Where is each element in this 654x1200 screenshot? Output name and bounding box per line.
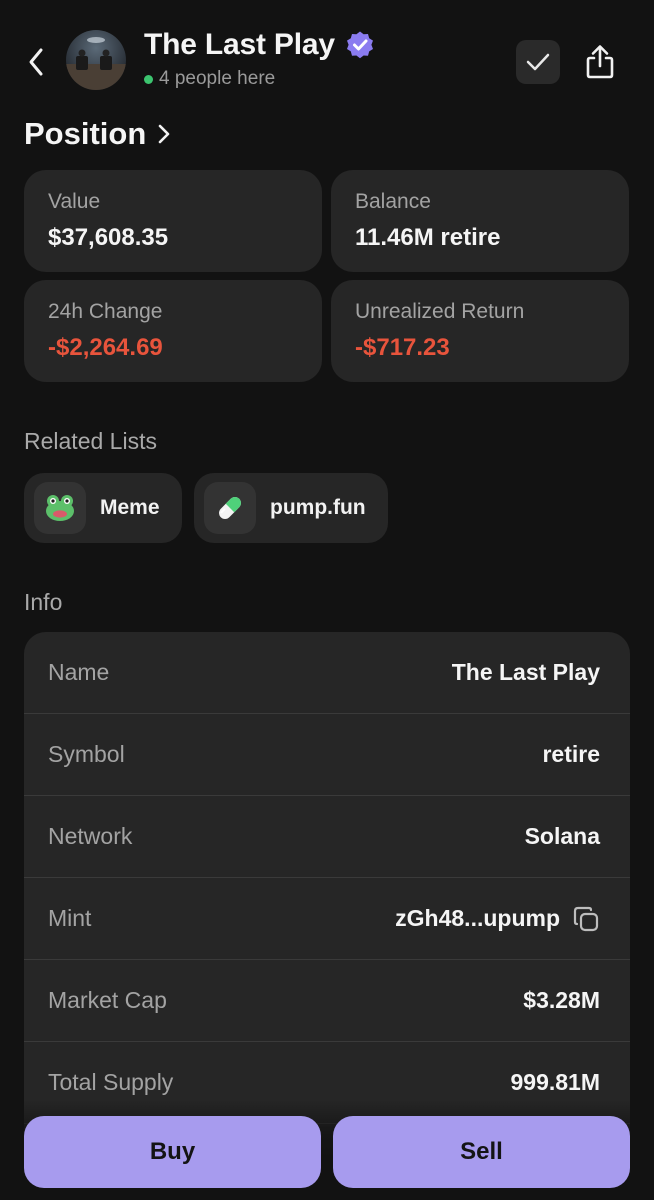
chevron-right-icon — [158, 124, 170, 144]
card-label: 24h Change — [48, 300, 163, 323]
card-value: $37,608.35 — [48, 224, 169, 251]
token-title: The Last Play — [144, 28, 335, 61]
info-value-wrap: zGh48...upump — [395, 905, 600, 933]
related-lists-heading: Related Lists — [24, 428, 157, 454]
unrealized-return-card: Unrealized Return -$717.23 — [331, 280, 629, 382]
pill-icon — [204, 482, 256, 534]
related-list-chip-meme[interactable]: Meme — [24, 473, 182, 543]
share-button[interactable] — [578, 38, 622, 86]
buy-button[interactable]: Buy — [24, 1116, 321, 1188]
info-value: 999.81M — [510, 1069, 600, 1095]
back-button[interactable] — [20, 44, 52, 80]
info-value: Solana — [524, 823, 600, 849]
info-key: Mint — [48, 905, 92, 931]
copy-icon[interactable] — [572, 905, 600, 933]
checkmark-icon — [526, 53, 550, 71]
sell-button[interactable]: Sell — [333, 1116, 630, 1188]
title-row: The Last Play — [144, 28, 375, 62]
mint-address[interactable]: zGh48...upump — [395, 905, 560, 932]
info-row-market-cap: Market Cap $3.28M — [24, 960, 630, 1042]
watchlist-check-button[interactable] — [516, 40, 560, 84]
card-label: Balance — [355, 190, 431, 213]
change-24h-card: 24h Change -$2,264.69 — [24, 280, 322, 382]
info-row-symbol: Symbol retire — [24, 714, 630, 796]
card-value: -$717.23 — [355, 334, 450, 361]
token-detail-screen: The Last Play 4 people here Position Val… — [0, 0, 654, 1200]
balance-card: Balance 11.46M retire — [331, 170, 629, 272]
position-heading-label: Position — [24, 116, 147, 151]
card-value: -$2,264.69 — [48, 334, 163, 361]
related-list-chip-pump-fun[interactable]: pump.fun — [194, 473, 388, 543]
presence-text: 4 people here — [159, 68, 276, 89]
info-key: Name — [48, 659, 110, 685]
info-value: $3.28M — [523, 987, 600, 1013]
info-key: Network — [48, 823, 133, 849]
info-row-mint: Mint zGh48...upump — [24, 878, 630, 960]
frog-icon — [34, 482, 86, 534]
info-value: The Last Play — [451, 659, 600, 685]
header: The Last Play 4 people here — [0, 22, 654, 102]
info-value: retire — [542, 741, 600, 767]
verified-badge-icon — [346, 31, 373, 59]
chevron-left-icon — [29, 48, 43, 76]
info-key: Symbol — [48, 741, 125, 767]
chip-label: Meme — [100, 496, 160, 519]
position-heading[interactable]: Position — [24, 116, 170, 152]
info-row-name: Name The Last Play — [24, 632, 630, 714]
chip-label: pump.fun — [270, 496, 366, 519]
card-label: Value — [48, 190, 101, 213]
info-key: Total Supply — [48, 1069, 174, 1095]
info-heading: Info — [24, 589, 63, 615]
value-card: Value $37,608.35 — [24, 170, 322, 272]
info-row-network: Network Solana — [24, 796, 630, 878]
info-key: Market Cap — [48, 987, 167, 1013]
card-label: Unrealized Return — [355, 300, 525, 323]
presence-indicator: 4 people here — [144, 68, 275, 90]
online-dot-icon — [144, 74, 153, 84]
card-value: 11.46M retire — [355, 224, 501, 251]
avatar — [66, 30, 126, 90]
share-icon — [586, 45, 614, 79]
